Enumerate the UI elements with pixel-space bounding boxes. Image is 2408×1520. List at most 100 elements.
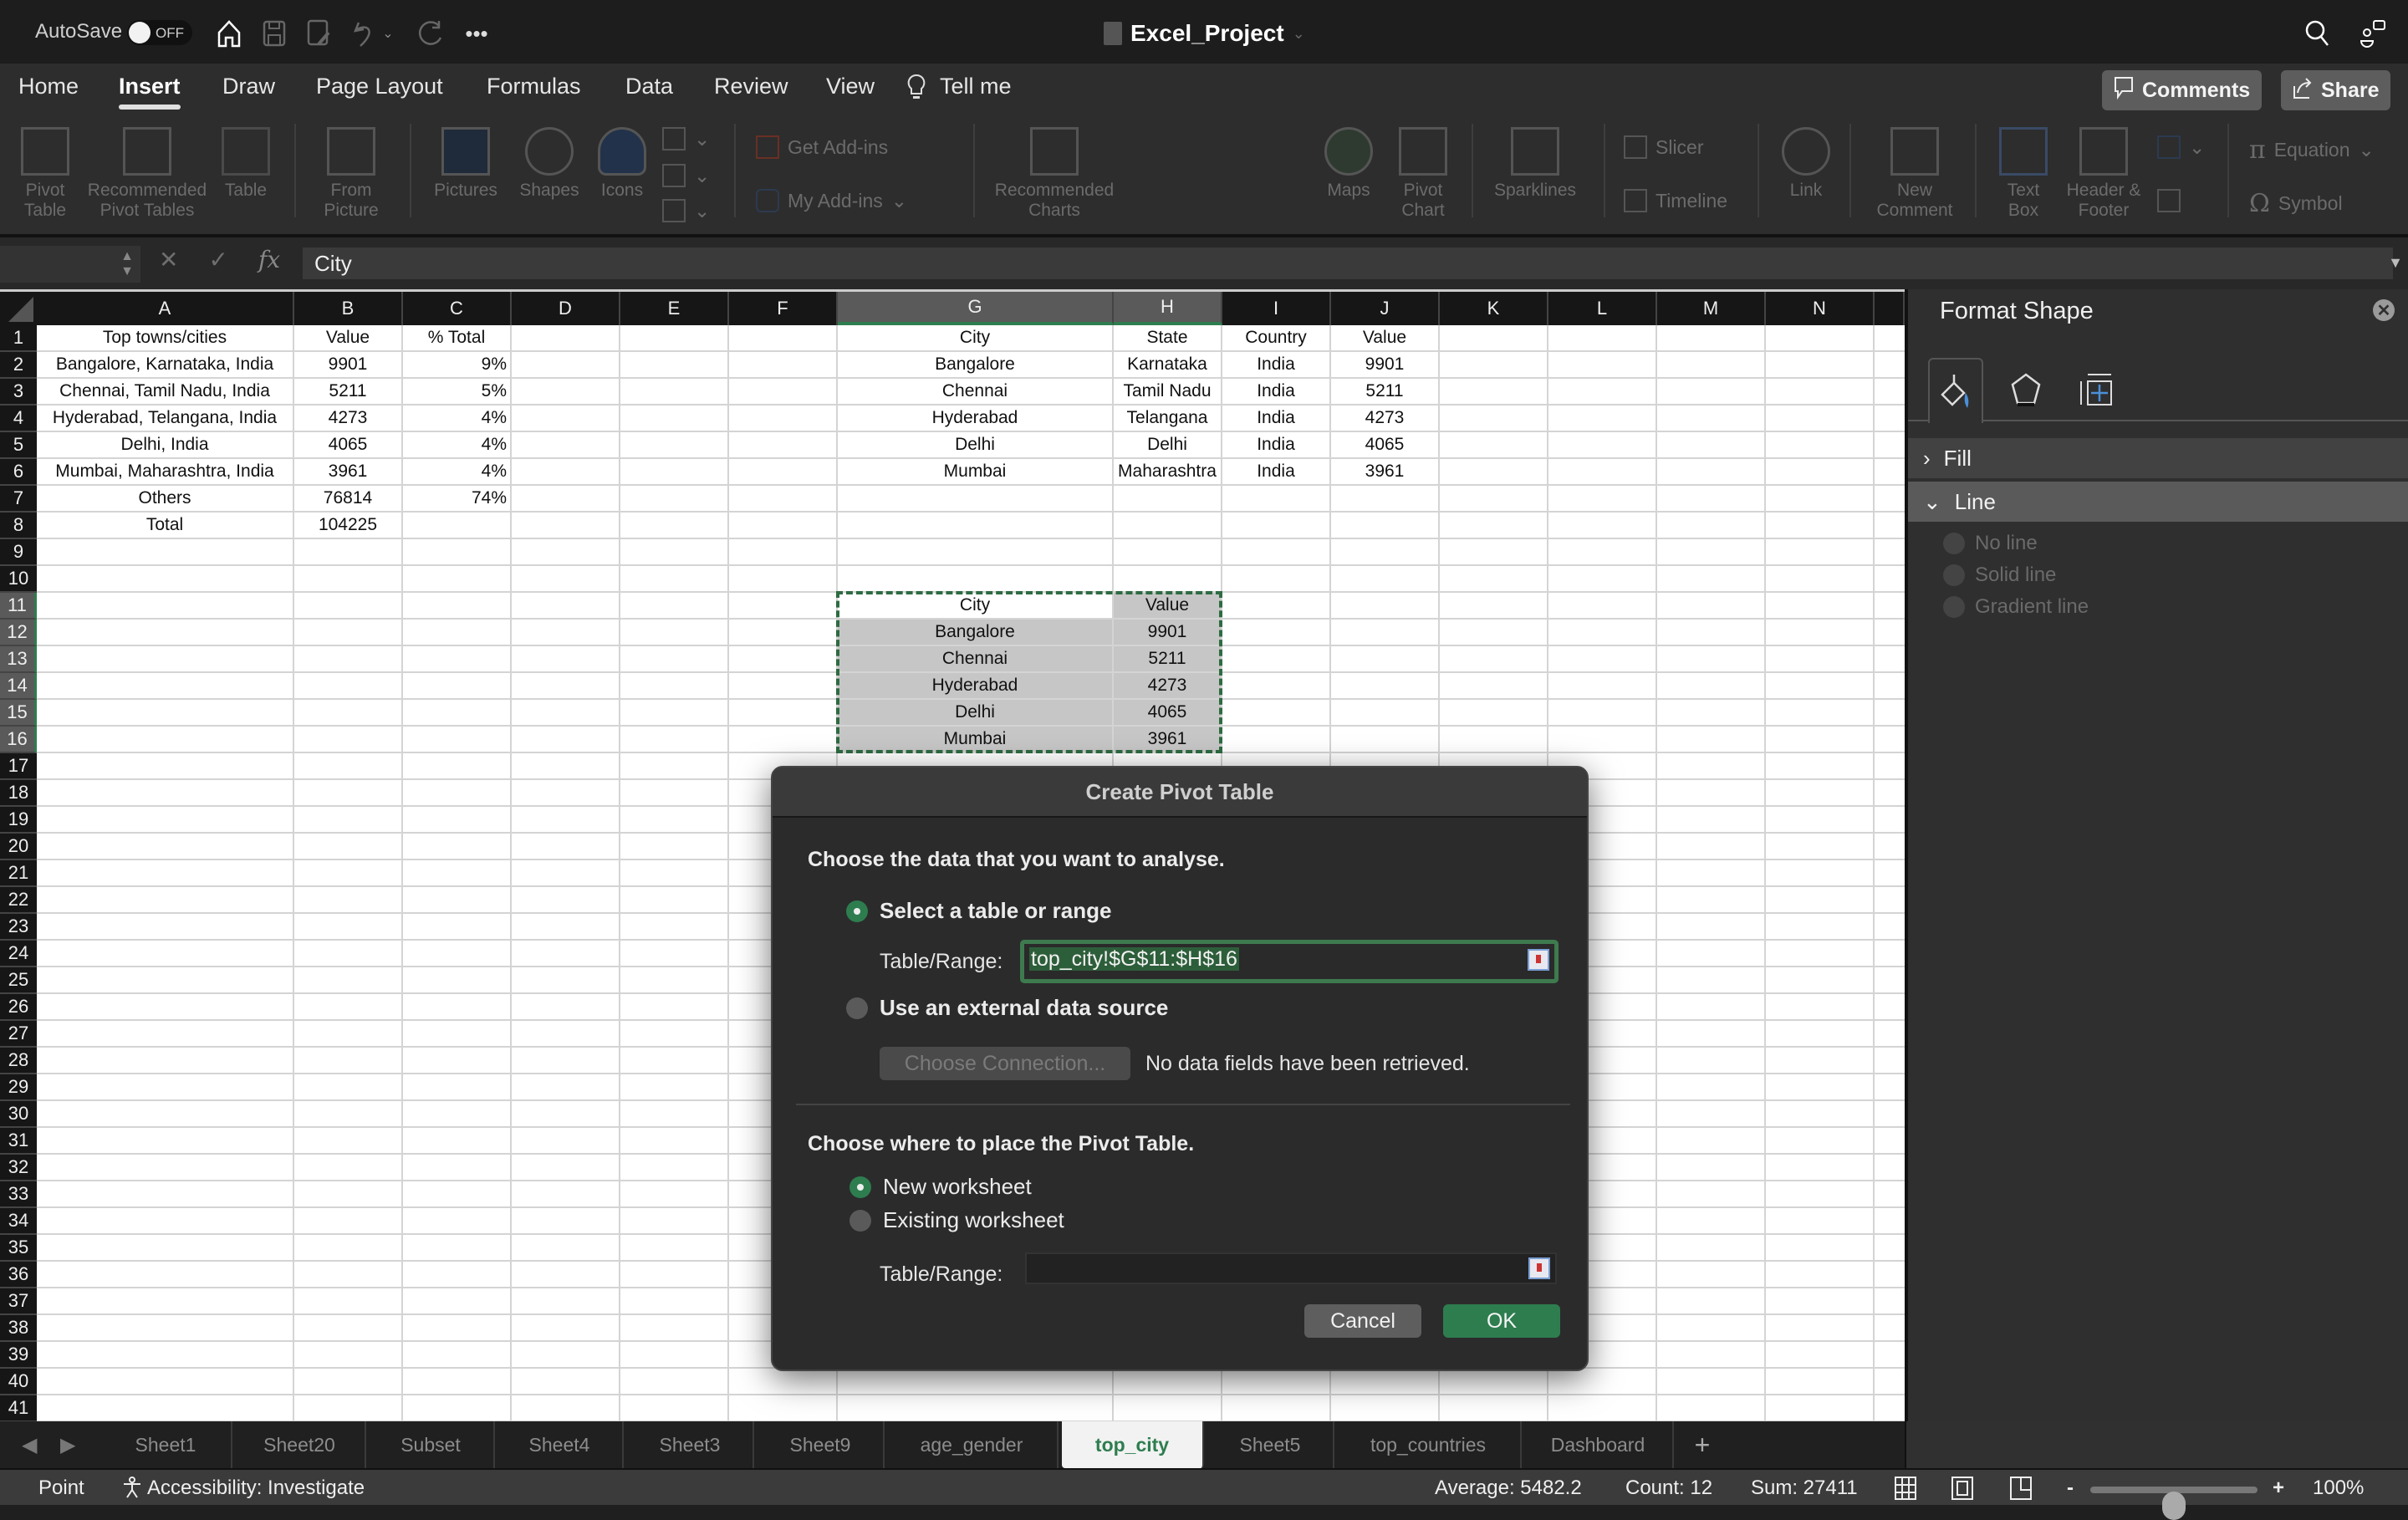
sheet-tab-subset[interactable]: Subset [368,1421,495,1468]
slicer-button[interactable]: Slicer [1624,135,1704,159]
screenshot-button[interactable]: ⌄ [662,199,710,222]
object-button[interactable] [2157,189,2181,212]
table-cell[interactable]: 4273 [1331,406,1438,431]
tell-me-search[interactable]: Tell me [940,74,1012,99]
prev-sheet-icon[interactable]: ◀ [22,1433,37,1457]
row-header-1[interactable]: 1 [0,325,37,352]
column-header-partial[interactable] [1875,292,1905,325]
row-header-11[interactable]: 11 [0,593,37,620]
choose-connection-button[interactable]: Choose Connection... [880,1047,1130,1080]
autosave-toggle[interactable]: OFF [127,20,192,45]
radio-button[interactable] [1943,533,1965,554]
my-addins-button[interactable]: My Add-ins ⌄ [756,189,907,212]
row-header-26[interactable]: 26 [0,994,37,1021]
row-header-3[interactable]: 3 [0,379,37,406]
column-header-i[interactable]: I [1222,292,1331,325]
redo-icon[interactable] [415,17,448,50]
normal-view-icon[interactable] [1895,1477,1916,1506]
zoom-level[interactable]: 100% [2313,1477,2364,1500]
row-header-39[interactable]: 39 [0,1342,37,1369]
size-properties-icon[interactable] [2069,358,2124,421]
tab-draw[interactable]: Draw [222,74,275,99]
table-cell[interactable]: Mumbai, Maharashtra, India [37,459,293,484]
pictures-button[interactable]: Pictures [428,127,503,201]
section-fill[interactable]: › Fill [1908,438,2408,478]
table-cell[interactable]: 4% [403,406,510,431]
row-header-36[interactable]: 36 [0,1262,37,1288]
add-sheet-button[interactable]: + [1677,1421,1727,1468]
radio-button[interactable] [846,997,868,1019]
sheet-tab-dashboard[interactable]: Dashboard [1523,1421,1674,1468]
table-header-cell[interactable]: % Total [403,325,510,350]
row-header-24[interactable]: 24 [0,941,37,967]
close-icon[interactable]: ✕ [2373,299,2395,321]
sheet-tab-top-city[interactable]: top_city [1062,1421,1204,1468]
table-header-cell[interactable]: Value [294,325,401,350]
row-header-12[interactable]: 12 [0,620,37,646]
collaborate-icon[interactable] [2356,17,2390,50]
table-cell[interactable]: 4% [403,459,510,484]
row-header-7[interactable]: 7 [0,486,37,513]
undo-dropdown-icon[interactable]: ⌄ [378,17,398,50]
row-header-30[interactable]: 30 [0,1101,37,1128]
table-cell[interactable]: 76814 [294,486,401,511]
search-icon[interactable] [2301,17,2334,50]
row-header-32[interactable]: 32 [0,1155,37,1181]
table-cell[interactable]: 5211 [1331,379,1438,404]
table-cell[interactable]: 74% [403,486,510,511]
sheet-tab-top-countries[interactable]: top_countries [1336,1421,1522,1468]
sheet-tab-sheet4[interactable]: Sheet4 [497,1421,624,1468]
radio-button-selected[interactable] [846,900,868,922]
zoom-slider[interactable] [2090,1487,2258,1520]
cancel-button[interactable]: Cancel [1304,1304,1421,1338]
table-cell[interactable]: Delhi, India [37,432,293,457]
row-header-27[interactable]: 27 [0,1021,37,1048]
table-button[interactable]: Table [219,127,273,201]
icons-button[interactable]: Icons [594,127,650,201]
sheet-tab-sheet9[interactable]: Sheet9 [758,1421,885,1468]
new-comment-button[interactable]: New Comment [1866,127,1963,221]
accessibility-icon[interactable] [122,1477,142,1504]
row-header-34[interactable]: 34 [0,1208,37,1235]
row-header-18[interactable]: 18 [0,780,37,807]
radio-button-selected[interactable] [849,1176,871,1198]
radio-solid-line[interactable]: Solid line [1943,564,2056,587]
row-header-8[interactable]: 8 [0,513,37,539]
more-icon[interactable]: ••• [460,17,493,50]
recommended-charts-button[interactable]: Recommended Charts [992,127,1117,221]
zoom-in-button[interactable]: + [2273,1477,2284,1500]
timeline-button[interactable]: Timeline [1624,189,1727,212]
row-header-35[interactable]: 35 [0,1235,37,1262]
row-header-6[interactable]: 6 [0,459,37,486]
table-cell[interactable]: India [1222,406,1329,431]
row-header-38[interactable]: 38 [0,1315,37,1342]
table-cell[interactable]: 5% [403,379,510,404]
column-header-g[interactable]: G [838,292,1114,325]
sheet-tab-age-gender[interactable]: age_gender [886,1421,1059,1468]
table-cell[interactable]: Telangana [1114,406,1221,431]
column-header-j[interactable]: J [1331,292,1440,325]
3d-models-button[interactable]: ⌄ [662,127,710,150]
undo-icon[interactable] [348,17,381,50]
column-header-f[interactable]: F [729,292,838,325]
page-break-view-icon[interactable] [2010,1477,2032,1506]
tab-insert[interactable]: Insert [119,74,181,110]
name-box-stepper-icon[interactable]: ▲ ▼ [120,249,134,279]
tab-home[interactable]: Home [18,74,79,99]
zoom-out-button[interactable]: - [2067,1477,2074,1500]
text-box-button[interactable]: Text Box [1993,127,2053,221]
tab-data[interactable]: Data [625,74,673,99]
smartart-button[interactable]: ⌄ [662,164,710,187]
column-header-l[interactable]: L [1548,292,1657,325]
row-header-29[interactable]: 29 [0,1074,37,1101]
symbol-button[interactable]: Ω Symbol [2249,189,2343,218]
column-header-a[interactable]: A [37,292,294,325]
radio-select-range[interactable]: Select a table or range [846,898,1111,924]
save-icon[interactable] [258,17,291,50]
table-cell[interactable]: 9% [403,352,510,377]
next-sheet-icon[interactable]: ▶ [60,1433,75,1457]
table-cell[interactable]: 104225 [294,513,401,538]
row-header-40[interactable]: 40 [0,1369,37,1395]
row-header-20[interactable]: 20 [0,834,37,860]
tab-formulas[interactable]: Formulas [487,74,581,99]
